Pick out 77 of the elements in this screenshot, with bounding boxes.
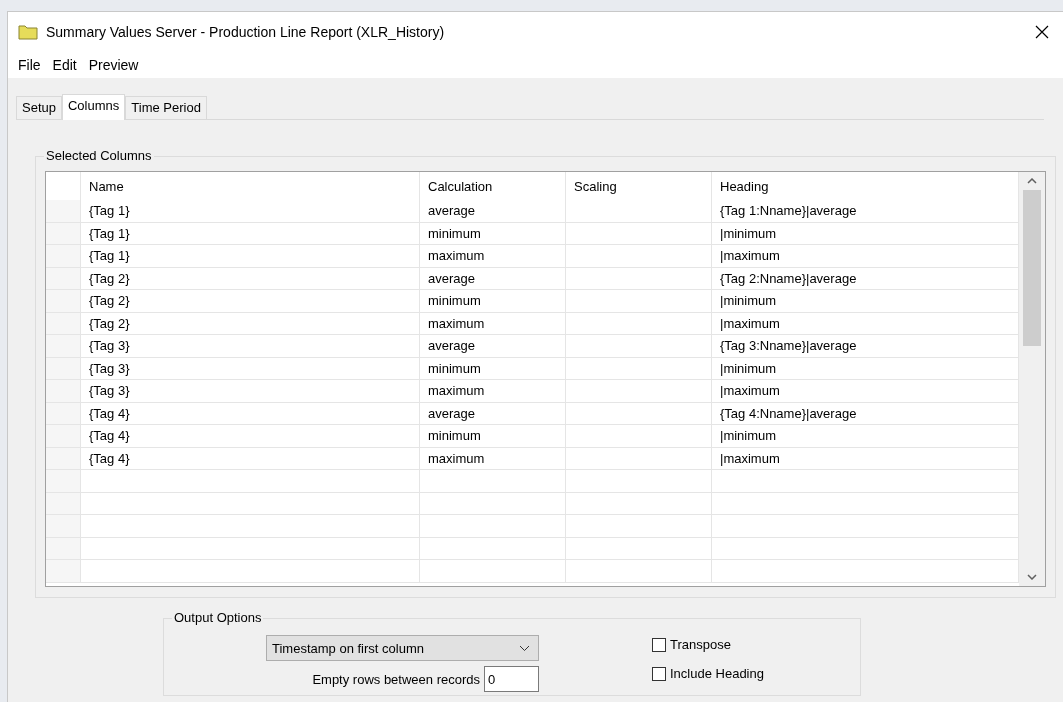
table-cell: {Tag 4} bbox=[81, 402, 420, 425]
table-cell: minimum bbox=[420, 357, 566, 380]
row-header[interactable] bbox=[46, 312, 81, 335]
row-header[interactable] bbox=[46, 447, 81, 470]
group-title: Selected Columns bbox=[44, 148, 154, 163]
table-cell: maximum bbox=[420, 245, 566, 268]
checkbox[interactable] bbox=[652, 666, 666, 681]
table-cell: maximum bbox=[420, 312, 566, 335]
table-cell: {Tag 3:Nname}|average bbox=[712, 335, 1019, 358]
table-cell: {Tag 1:Nname}|average bbox=[712, 200, 1019, 223]
table-cell: |maximum bbox=[712, 447, 1019, 470]
table-cell: |maximum bbox=[712, 245, 1019, 268]
checkbox-label: Transpose bbox=[670, 637, 731, 652]
table-cell: minimum bbox=[420, 290, 566, 313]
scrollbar-thumb[interactable] bbox=[1023, 190, 1041, 346]
table-cell: |minimum bbox=[712, 425, 1019, 448]
row-header[interactable] bbox=[46, 222, 81, 245]
table-cell: average bbox=[420, 200, 566, 223]
row-header[interactable] bbox=[46, 425, 81, 448]
table-cell: {Tag 4:Nname}|average bbox=[712, 402, 1019, 425]
table-cell: average bbox=[420, 267, 566, 290]
table-cell: maximum bbox=[420, 447, 566, 470]
group-title: Output Options bbox=[172, 610, 264, 625]
menu-item[interactable]: File bbox=[12, 57, 47, 73]
row-header[interactable] bbox=[46, 560, 81, 583]
tab[interactable]: Columns bbox=[62, 94, 126, 120]
table-cell: |minimum bbox=[712, 222, 1019, 245]
table-cell: {Tag 1} bbox=[81, 200, 420, 223]
timestamp-dropdown[interactable]: Timestamp on first column bbox=[266, 635, 539, 661]
table-cell: minimum bbox=[420, 222, 566, 245]
column-header[interactable]: Calculation bbox=[420, 172, 566, 200]
column-header[interactable]: Scaling bbox=[566, 172, 712, 200]
close-icon[interactable] bbox=[1035, 25, 1049, 39]
checkbox-label: Include Heading bbox=[670, 666, 764, 681]
row-header[interactable] bbox=[46, 200, 81, 223]
table-cell: average bbox=[420, 335, 566, 358]
table-cell: |maximum bbox=[712, 380, 1019, 403]
folder-icon bbox=[18, 24, 38, 40]
row-header[interactable] bbox=[46, 245, 81, 268]
table-cell: |maximum bbox=[712, 312, 1019, 335]
table-cell: minimum bbox=[420, 425, 566, 448]
row-header[interactable] bbox=[46, 515, 81, 538]
scrollbar[interactable] bbox=[1019, 172, 1045, 586]
table-cell: |minimum bbox=[712, 357, 1019, 380]
column-header[interactable]: Name bbox=[81, 172, 420, 200]
row-header[interactable] bbox=[46, 492, 81, 515]
field-label: Empty rows between records bbox=[312, 671, 480, 687]
table-cell: {Tag 2} bbox=[81, 267, 420, 290]
table-cell: {Tag 4} bbox=[81, 425, 420, 448]
window-title: Summary Values Server - Production Line Report (XLR_History) bbox=[46, 24, 446, 40]
table-cell: {Tag 3} bbox=[81, 380, 420, 403]
table-cell: {Tag 4} bbox=[81, 447, 420, 470]
table-cell: {Tag 2:Nname}|average bbox=[712, 267, 1019, 290]
tab[interactable]: Time Period bbox=[125, 96, 207, 119]
row-header[interactable] bbox=[46, 402, 81, 425]
row-header[interactable] bbox=[46, 380, 81, 403]
row-header[interactable] bbox=[46, 335, 81, 358]
row-header[interactable] bbox=[46, 470, 81, 493]
table-cell: average bbox=[420, 402, 566, 425]
checkbox[interactable] bbox=[652, 637, 666, 652]
table-cell: {Tag 1} bbox=[81, 222, 420, 245]
table-cell: |minimum bbox=[712, 290, 1019, 313]
table-cell: {Tag 2} bbox=[81, 290, 420, 313]
table-cell: {Tag 3} bbox=[81, 335, 420, 358]
empty-rows-field[interactable]: 0 bbox=[484, 666, 539, 692]
tab[interactable]: Setup bbox=[16, 96, 62, 119]
table-cell: {Tag 1} bbox=[81, 245, 420, 268]
chevron-down-icon bbox=[519, 645, 530, 651]
menu-item[interactable]: Preview bbox=[82, 57, 145, 73]
table-cell: {Tag 3} bbox=[81, 357, 420, 380]
menu-item[interactable]: Edit bbox=[46, 57, 83, 73]
row-header[interactable] bbox=[46, 267, 81, 290]
row-header[interactable] bbox=[46, 290, 81, 313]
table-cell: maximum bbox=[420, 380, 566, 403]
row-header[interactable] bbox=[46, 537, 81, 560]
row-header[interactable] bbox=[46, 357, 81, 380]
table-cell: {Tag 2} bbox=[81, 312, 420, 335]
